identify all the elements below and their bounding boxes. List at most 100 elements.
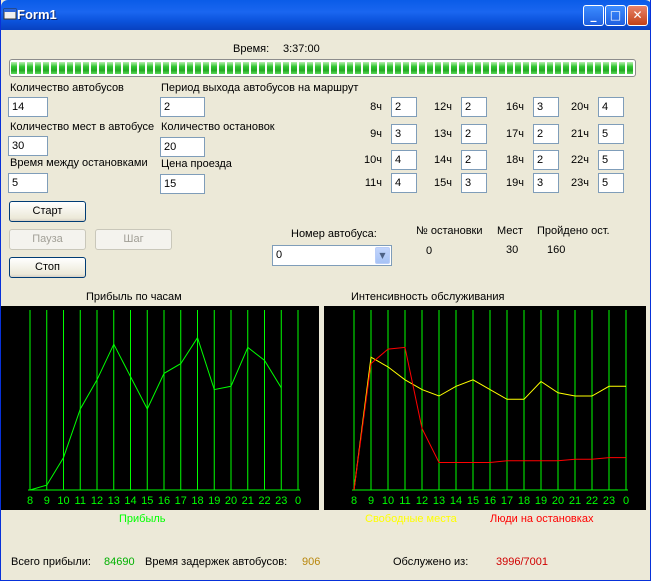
close-button[interactable]: ✕ [627, 5, 648, 26]
x-tick-label: 8 [27, 495, 33, 507]
hour-input[interactable]: 2 [461, 97, 487, 117]
service-chart-panel: 8 9 10 11 12 13 14 15 16 17 18 19 20 21 22 23 0 [324, 306, 646, 510]
progress-segment [35, 62, 41, 74]
hour-input[interactable]: 4 [598, 97, 624, 117]
x-tick-label: 12 [416, 495, 428, 507]
main-window: Form1 _ □ ✕ Время: 3:37:00 Количество ав… [0, 0, 651, 581]
progress-segment [83, 62, 89, 74]
service-chart: 8 9 10 11 12 13 14 15 16 17 18 19 20 21 22 23 0 [351, 310, 629, 507]
progress-segment [403, 62, 409, 74]
stop-number-header: № остановки [416, 225, 483, 237]
maximize-button[interactable]: □ [605, 5, 626, 26]
interval-input[interactable]: 5 [8, 173, 48, 193]
progress-segment [475, 62, 481, 74]
hour-input[interactable]: 2 [391, 97, 417, 117]
progress-segment [179, 62, 185, 74]
x-tick-label: 16 [158, 495, 170, 507]
x-tick-label: 22 [586, 495, 598, 507]
hour-input[interactable]: 5 [598, 173, 624, 193]
passed-stops-value: 160 [547, 244, 566, 256]
progress-segment [171, 62, 177, 74]
progress-segment [563, 62, 569, 74]
passed-stops-header: Пройдено ост. [537, 225, 610, 237]
stops-input[interactable]: 20 [160, 137, 205, 157]
x-tick-label: 22 [258, 495, 270, 507]
stop-button[interactable]: Стоп [9, 257, 86, 278]
hour-input[interactable]: 2 [533, 124, 559, 144]
progress-segment [139, 62, 145, 74]
chevron-down-icon[interactable]: ▼ [375, 247, 390, 264]
x-tick-label: 12 [91, 495, 103, 507]
progress-segment [203, 62, 209, 74]
hour-input[interactable]: 3 [533, 173, 559, 193]
hour-input[interactable]: 3 [533, 97, 559, 117]
hour-input[interactable]: 3 [391, 124, 417, 144]
x-tick-label: 9 [368, 495, 374, 507]
profit-chart-panel: 8 9 10 11 12 13 14 15 16 17 18 19 20 21 22 23 0 [1, 306, 319, 510]
progress-segment [211, 62, 217, 74]
hour-label: 23ч [571, 177, 589, 189]
hour-label: 22ч [571, 154, 589, 166]
period-input[interactable]: 2 [160, 97, 205, 117]
buses-input[interactable]: 14 [8, 97, 48, 117]
x-tick-label: 21 [242, 495, 254, 507]
progress-segment [395, 62, 401, 74]
start-button[interactable]: Старт [9, 201, 86, 222]
progress-segment [67, 62, 73, 74]
hour-input[interactable]: 2 [461, 124, 487, 144]
progress-segment [347, 62, 353, 74]
progress-segment [307, 62, 313, 74]
progress-segment [187, 62, 193, 74]
hour-input[interactable]: 5 [598, 150, 624, 170]
progress-segment [51, 62, 57, 74]
progress-segment [555, 62, 561, 74]
progress-segment [507, 62, 513, 74]
served-label: Обслужено из: [393, 556, 469, 568]
hour-input[interactable]: 4 [391, 173, 417, 193]
minimize-button[interactable]: _ [583, 5, 604, 26]
progress-segment [627, 62, 633, 74]
progress-segment [467, 62, 473, 74]
served-value: 3996/7001 [496, 556, 548, 568]
hour-input[interactable]: 2 [461, 150, 487, 170]
hour-input[interactable]: 2 [533, 150, 559, 170]
hour-input[interactable]: 5 [598, 124, 624, 144]
progress-segment [531, 62, 537, 74]
progress-segment [539, 62, 545, 74]
step-button[interactable]: Шаг [95, 229, 172, 250]
progress-segment [163, 62, 169, 74]
progress-segment [331, 62, 337, 74]
hour-label: 11ч [364, 177, 382, 189]
free-seats-legend: Свободные места [365, 513, 457, 525]
fare-input[interactable]: 15 [160, 174, 205, 194]
hour-label: 14ч [434, 154, 452, 166]
progress-segment [323, 62, 329, 74]
progress-segment [251, 62, 257, 74]
seats-header: Мест [497, 225, 523, 237]
progress-segment [147, 62, 153, 74]
pause-button[interactable]: Пауза [9, 229, 86, 250]
x-tick-label: 19 [208, 495, 220, 507]
bus-number-select[interactable]: 0 ▼ [272, 245, 392, 266]
delay-value: 906 [302, 556, 321, 568]
hour-input[interactable]: 4 [391, 150, 417, 170]
x-tick-label: 0 [295, 495, 301, 507]
title-bar[interactable]: Form1 _ □ ✕ [1, 0, 650, 30]
delay-label: Время задержек автобусов: [145, 556, 288, 568]
progress-segment [523, 62, 529, 74]
hour-label: 16ч [506, 101, 524, 113]
profit-chart-title: Прибыль по часам [86, 291, 182, 303]
x-tick-label: 23 [275, 495, 287, 507]
progress-segment [579, 62, 585, 74]
stops-label: Количество остановок [161, 121, 275, 133]
hour-input[interactable]: 3 [461, 173, 487, 193]
progress-segment [43, 62, 49, 74]
progress-bar [9, 59, 636, 77]
stop-number-value: 0 [426, 245, 433, 257]
hour-label: 21ч [571, 128, 589, 140]
progress-segment [243, 62, 249, 74]
progress-segment [603, 62, 609, 74]
total-profit-label: Всего прибыли: [11, 556, 91, 568]
progress-segment [219, 62, 225, 74]
seats-input[interactable]: 30 [8, 136, 48, 156]
